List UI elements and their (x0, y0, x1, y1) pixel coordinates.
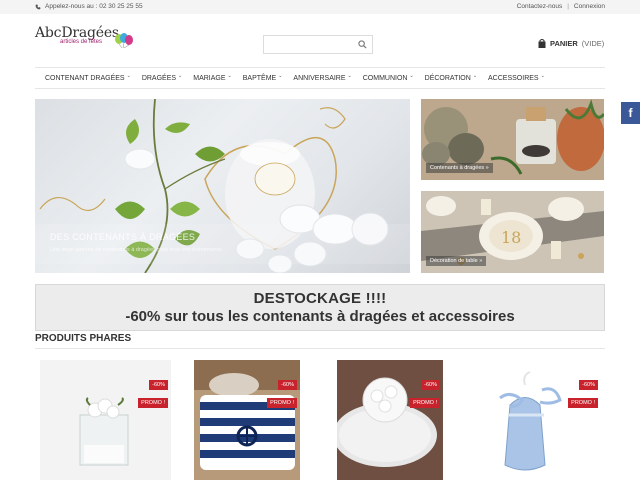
shopping-bag-icon (538, 39, 546, 48)
menu-item-label: DÉCORATION (424, 74, 471, 82)
menu-item-label: ANNIVERSAIRE (293, 74, 346, 82)
menu-item-accessoires[interactable]: ACCESSOIRES ⌄ (488, 73, 545, 82)
phone-icon (35, 4, 41, 9)
svg-text:18: 18 (501, 228, 521, 247)
contenants-caption: Contenants à dragées » (426, 163, 493, 173)
menu-item-label: BAPTÊME (242, 74, 277, 82)
product-image (470, 360, 601, 480)
menu-item-mariage[interactable]: MARIAGE ⌄ (193, 73, 232, 82)
product-card[interactable]: -60% PROMO ! (337, 360, 443, 480)
phone-text: Appelez-nous au : 02 30 25 25 55 (45, 3, 143, 10)
discount-badge: -60% (149, 380, 168, 390)
product-card[interactable]: -60% PROMO ! (470, 360, 601, 480)
menu-item-label: DRAGÉES (141, 74, 177, 82)
contact-link[interactable]: Contactez-nous (517, 3, 563, 10)
section-divider (35, 348, 605, 349)
caret-down-icon: ⌄ (278, 73, 283, 79)
banner-contenants[interactable]: Contenants à dragées » (421, 99, 604, 180)
cart-label: PANIER (550, 39, 578, 48)
phone-info: Appelez-nous au : 02 30 25 25 55 (35, 3, 143, 10)
logo-tagline: articles de fêtes (60, 39, 103, 45)
promo-badge: PROMO ! (267, 398, 297, 408)
menu-item-communion[interactable]: COMMUNION ⌄ (362, 73, 414, 82)
hero-subcaption: Une large gamme de contenants à dragées … (50, 247, 222, 253)
menu-item-bapteme[interactable]: BAPTÊME ⌄ (242, 73, 283, 82)
product-card[interactable]: -60% PROMO ! (40, 360, 171, 480)
balloons-icon (115, 33, 133, 48)
caret-down-icon: ⌄ (227, 73, 232, 79)
site-logo[interactable]: AbcDragées articles de fêtes (35, 24, 140, 50)
discount-badge: -60% (421, 380, 440, 390)
cart-button[interactable]: PANIER (VIDE) (538, 39, 604, 48)
promo-badge: PROMO ! (138, 398, 168, 408)
menu-item-label: CONTENANT DRAGÉES (45, 74, 125, 82)
caret-down-icon: ⌄ (409, 73, 414, 79)
hero-banner[interactable]: DES CONTENANTS À DRAGÉES Une large gamme… (35, 99, 410, 273)
product-image (40, 360, 171, 480)
menu-item-anniversaire[interactable]: ANNIVERSAIRE ⌄ (293, 73, 352, 82)
main-menu: CONTENANT DRAGÉES ⌄ DRAGÉES ⌄ MARIAGE ⌄ BAP… (35, 67, 605, 89)
discount-badge: -60% (278, 380, 297, 390)
promo-badge: PROMO ! (410, 398, 440, 408)
hero-caption: DES CONTENANTS À DRAGÉES (50, 232, 196, 242)
search-box[interactable] (263, 35, 373, 56)
promo-badge: PROMO ! (568, 398, 598, 408)
product-image (337, 360, 443, 480)
caret-down-icon: ⌄ (472, 73, 478, 79)
login-link[interactable]: Connexion (574, 3, 605, 10)
menu-item-dragees[interactable]: DRAGÉES ⌄ (141, 73, 183, 82)
banner-decoration[interactable]: 18 Décoration de table » (421, 191, 604, 273)
menu-item-contenant-dragees[interactable]: CONTENANT DRAGÉES ⌄ (45, 73, 131, 82)
menu-item-label: MARIAGE (193, 74, 226, 82)
caret-down-icon: ⌄ (540, 73, 545, 79)
promo-headline: DESTOCKAGE !!!! (253, 290, 387, 307)
top-bar: Appelez-nous au : 02 30 25 25 55 Contact… (0, 0, 640, 14)
product-card[interactable]: -60% PROMO ! (194, 360, 300, 480)
menu-item-label: COMMUNION (362, 74, 408, 82)
section-title: PRODUITS PHARES (35, 333, 132, 344)
facebook-icon: f (628, 106, 633, 120)
separator: | (567, 3, 569, 10)
destockage-banner[interactable]: DESTOCKAGE !!!! -60% sur tous les conten… (35, 284, 605, 331)
search-input[interactable] (264, 39, 354, 56)
caret-down-icon: ⌄ (178, 73, 183, 79)
product-image (194, 360, 300, 480)
caret-down-icon: ⌄ (347, 73, 352, 79)
menu-item-label: ACCESSOIRES (488, 74, 539, 82)
facebook-button[interactable]: f (621, 102, 640, 124)
menu-item-decoration[interactable]: DÉCORATION ⌄ (424, 73, 478, 82)
caret-down-icon: ⌄ (126, 73, 131, 79)
decoration-caption: Décoration de table » (426, 256, 487, 266)
discount-badge: -60% (579, 380, 598, 390)
promo-subline: -60% sur tous les contenants à dragées e… (125, 308, 515, 325)
cart-count: (VIDE) (581, 39, 605, 48)
search-icon[interactable] (358, 40, 367, 49)
